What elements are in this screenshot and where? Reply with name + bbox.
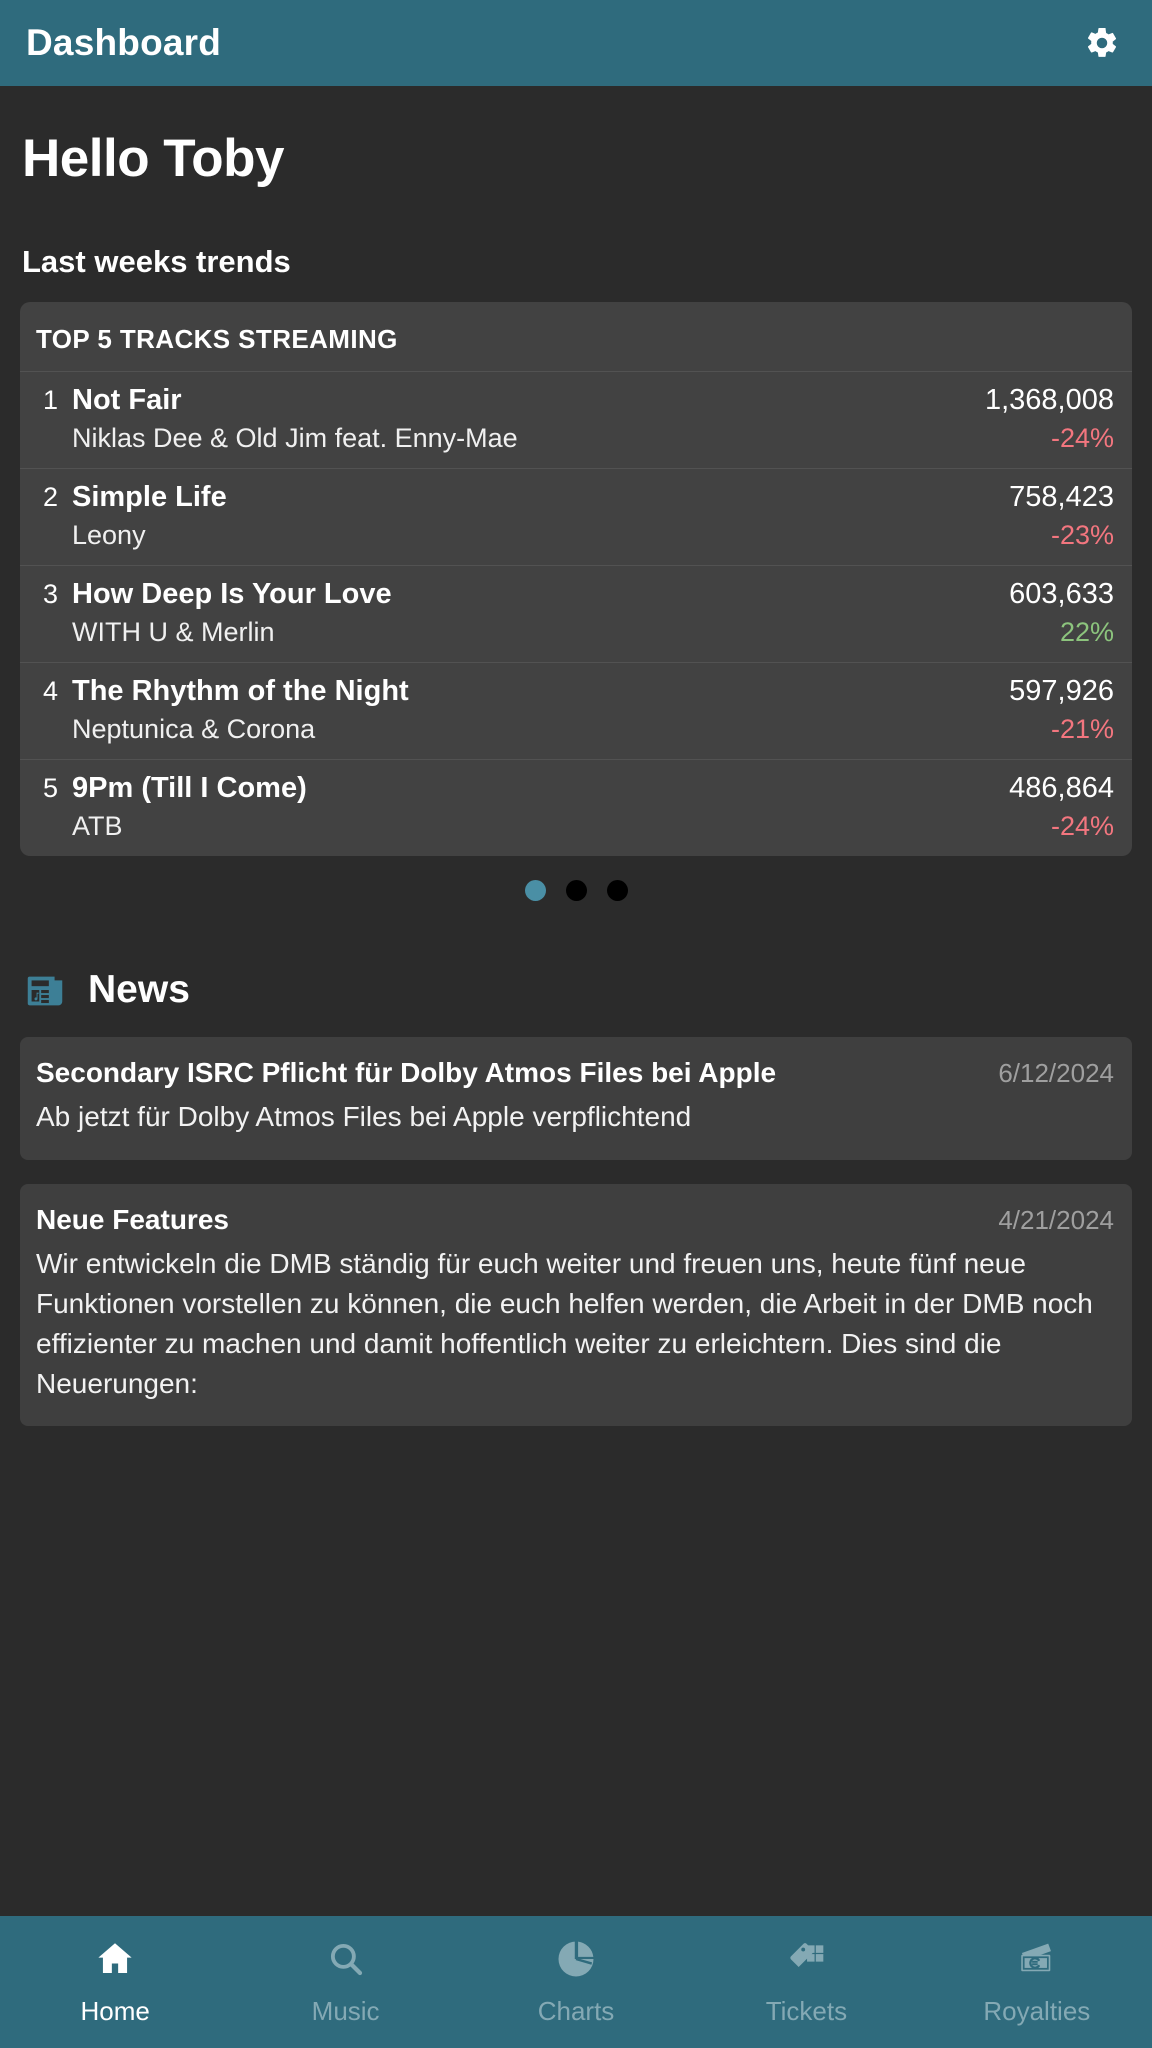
news-headline: Neue Features [36,1203,229,1235]
track-title: 9Pm (Till I Come) [72,772,307,805]
news-date: 4/21/2024 [998,1204,1114,1235]
track-artist: Leony [72,520,146,551]
track-rank: 2 [42,482,58,513]
track-streams: 603,633 [1009,578,1114,611]
track-delta: -21% [1050,714,1114,745]
nav-item-royalties[interactable]: Royalties [922,1916,1152,2048]
news-body: Ab jetzt für Dolby Atmos Files bei Apple… [36,1101,692,1133]
track-rank: 3 [42,579,58,610]
carousel-pagination [0,880,1152,902]
settings-button[interactable] [1078,19,1126,67]
nav-label-home: Home [80,1995,150,2026]
track-streams: 758,423 [1009,481,1114,514]
nav-label-charts: Charts [537,1995,615,2026]
table-row[interactable]: 3 How Deep Is Your Love 603,633 WITH U &… [20,565,1132,662]
app-root: Dashboard Hello Toby Last weeks trends T… [0,0,1152,2048]
news-date: 6/12/2024 [998,1058,1114,1089]
search-icon [325,1938,367,1980]
track-delta: -24% [1050,423,1114,454]
table-row[interactable]: 2 Simple Life 758,423 Leony -23% [20,468,1132,565]
page-title: Dashboard [26,22,222,63]
track-title: How Deep Is Your Love [72,578,392,611]
nav-label-music: Music [311,1995,380,2026]
nav-item-charts[interactable]: Charts [461,1916,691,2048]
track-artist: Neptunica & Corona [72,714,316,745]
table-row[interactable]: 5 9Pm (Till I Come) 486,864 ATB -24% [20,759,1132,856]
track-title: Simple Life [72,481,227,514]
track-streams: 486,864 [1009,772,1114,805]
table-row[interactable]: 1 Not Fair 1,368,008 Niklas Dee & Old Ji… [20,371,1132,468]
news-section-title: News [88,968,190,1012]
track-artist: Niklas Dee & Old Jim feat. Enny-Mae [72,423,518,454]
nav-label-tickets: Tickets [765,1995,848,2026]
ticket-icon [785,1938,827,1980]
pagination-dot-2[interactable] [565,880,587,902]
track-rank: 5 [42,773,58,804]
track-artist: WITH U & Merlin [72,617,275,648]
nav-item-home[interactable]: Home [0,1916,230,2048]
table-row[interactable]: 4 The Rhythm of the Night 597,926 Neptun… [20,662,1132,759]
gear-icon [1084,25,1120,61]
nav-label-royalties: Royalties [983,1995,1091,2026]
greeting-heading: Hello Toby [22,129,284,188]
track-artist: ATB [72,811,123,842]
track-title: Not Fair [72,384,182,417]
track-streams: 597,926 [1009,675,1114,708]
trends-section-title: Last weeks trends [22,244,291,280]
track-streams: 1,368,008 [984,384,1114,417]
track-delta: -23% [1050,520,1114,551]
track-delta: 22% [1059,617,1114,648]
banknote-euro-icon [1016,1938,1058,1980]
newspaper-icon [22,967,68,1013]
track-rank: 4 [42,676,58,707]
list-item[interactable]: Secondary ISRC Pflicht für Dolby Atmos F… [20,1037,1132,1160]
news-body: Wir entwickeln die DMB ständig für euch … [36,1247,1093,1399]
main-content: Hello Toby Last weeks trends TOP 5 TRACK… [0,86,1152,1916]
news-section-header: News [0,901,1152,1013]
top-tracks-card-header: TOP 5 TRACKS STREAMING [36,324,398,355]
bottom-navigation: Home Music Charts Tickets Royalties [0,1916,1152,2048]
app-bar: Dashboard [0,0,1152,86]
track-rank: 1 [42,385,58,416]
nav-item-music[interactable]: Music [230,1916,460,2048]
pagination-dot-3[interactable] [606,880,628,902]
track-delta: -24% [1050,811,1114,842]
news-headline: Secondary ISRC Pflicht für Dolby Atmos F… [36,1057,777,1089]
home-icon [94,1938,136,1980]
top-tracks-card: TOP 5 TRACKS STREAMING 1 Not Fair 1,368,… [20,302,1132,857]
nav-item-tickets[interactable]: Tickets [691,1916,921,2048]
list-item[interactable]: Neue Features 4/21/2024 Wir entwickeln d… [20,1183,1132,1426]
pie-chart-icon [555,1938,597,1980]
track-title: The Rhythm of the Night [72,675,409,708]
pagination-dot-1[interactable] [524,880,546,902]
